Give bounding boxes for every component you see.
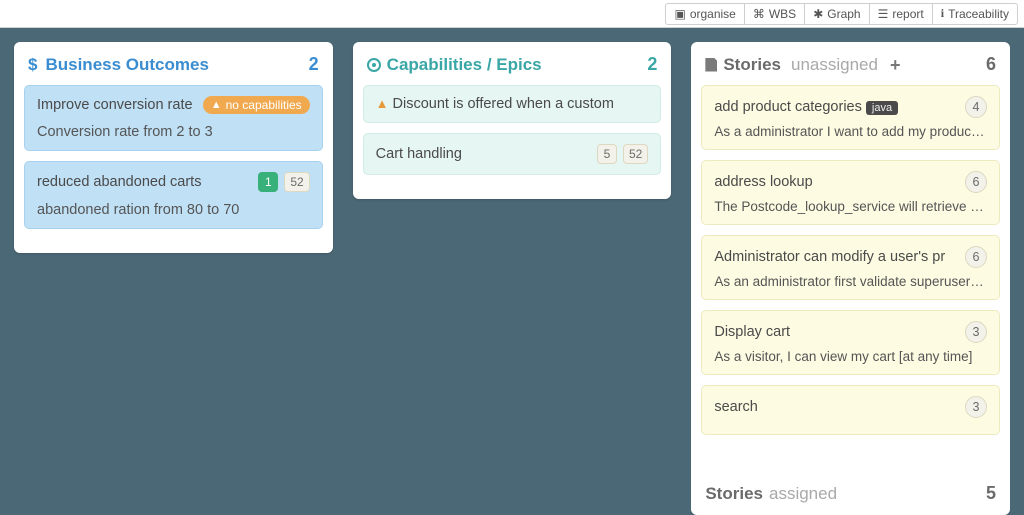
warning-icon: ▲ [376, 96, 389, 111]
outcome-name: reduced abandoned carts [37, 174, 201, 190]
story-name: Administrator can modify a user's pr [714, 249, 945, 265]
story-card[interactable]: add product categories java 4 As a admin… [701, 85, 1000, 150]
story-points: 6 [965, 246, 987, 268]
organise-icon: ▣ [674, 7, 685, 21]
epic-name: Discount is offered when a custom [393, 96, 614, 112]
epic-badge-b: 52 [623, 144, 648, 164]
outcome-desc: abandoned ration from 80 to 70 [37, 202, 310, 218]
stories-assigned-header: Stories assigned 5 [701, 475, 1000, 515]
story-card[interactable]: Display cart 3 As a visitor, I can view … [701, 310, 1000, 375]
outcomes-title: Business Outcomes [45, 55, 208, 75]
story-name: add product categories [714, 99, 862, 115]
stories-panel: Stories unassigned + 6 add product categ… [691, 42, 1010, 515]
column-stories: Stories unassigned + 6 add product categ… [691, 42, 1010, 515]
column-outcomes: Business Outcomes 2 Improve conversion r… [14, 42, 333, 515]
story-name: search [714, 399, 758, 415]
stories-assigned-count: 5 [986, 483, 996, 504]
epics-title: Capabilities / Epics [387, 55, 542, 75]
story-desc: As an administrator first validate super… [714, 274, 987, 289]
tab-graph[interactable]: ✱Graph [804, 3, 869, 25]
stories-assigned-title: Stories [705, 484, 763, 504]
story-card[interactable]: Administrator can modify a user's pr 6 A… [701, 235, 1000, 300]
epic-card[interactable]: Cart handling 5 52 [363, 133, 662, 175]
report-icon: ☰ [878, 7, 889, 21]
warning-icon: ▲ [211, 99, 222, 111]
outcome-desc: Conversion rate from 2 to 3 [37, 124, 310, 140]
tab-wbs[interactable]: ⌘WBS [744, 3, 805, 25]
outcome-card[interactable]: Improve conversion rate ▲no capabilities… [24, 85, 323, 151]
stories-subtitle: unassigned [791, 55, 878, 75]
outcome-card[interactable]: reduced abandoned carts 1 52 abandoned r… [24, 161, 323, 229]
file-icon [705, 58, 717, 72]
dollar-icon [28, 55, 39, 75]
story-points: 6 [965, 171, 987, 193]
story-card[interactable]: search 3 [701, 385, 1000, 435]
story-points: 4 [965, 96, 987, 118]
epic-badge-a: 5 [597, 144, 617, 164]
tab-report[interactable]: ☰report [869, 3, 933, 25]
column-epics: Capabilities / Epics 2 ▲ Discount is offe… [353, 42, 672, 515]
board: Business Outcomes 2 Improve conversion r… [0, 28, 1024, 515]
no-capabilities-pill: ▲no capabilities [203, 96, 310, 114]
story-tag: java [866, 101, 898, 115]
story-card[interactable]: address lookup 6 The Postcode_lookup_ser… [701, 160, 1000, 225]
story-points: 3 [965, 321, 987, 343]
story-desc: As a administrator I want to add my prod… [714, 124, 987, 139]
epics-count: 2 [647, 54, 657, 75]
stories-count: 6 [986, 54, 996, 75]
story-desc: As a visitor, I can view my cart [at any… [714, 349, 987, 364]
top-tabs: ▣organise ⌘WBS ✱Graph ☰report iTraceabil… [0, 0, 1024, 28]
info-icon: i [941, 6, 944, 21]
tab-traceability[interactable]: iTraceability [932, 3, 1018, 25]
story-desc: The Postcode_lookup_service will retriev… [714, 199, 987, 214]
story-name: Display cart [714, 324, 790, 340]
epics-panel: Capabilities / Epics 2 ▲ Discount is offe… [353, 42, 672, 199]
outcomes-panel: Business Outcomes 2 Improve conversion r… [14, 42, 333, 253]
stories-assigned-subtitle: assigned [769, 484, 837, 504]
epic-card[interactable]: ▲ Discount is offered when a custom [363, 85, 662, 123]
outcome-badge-b: 52 [284, 172, 309, 192]
outcome-name: Improve conversion rate [37, 97, 193, 113]
story-name: address lookup [714, 174, 812, 190]
add-story-button[interactable]: + [890, 58, 901, 72]
stories-title: Stories [723, 55, 781, 75]
outcome-badge-a: 1 [258, 172, 278, 192]
outcomes-count: 2 [309, 54, 319, 75]
wbs-icon: ⌘ [753, 7, 765, 21]
epic-name: Cart handling [376, 146, 462, 162]
graph-icon: ✱ [813, 7, 823, 21]
story-points: 3 [965, 396, 987, 418]
tab-organise[interactable]: ▣organise [665, 3, 744, 25]
target-icon [367, 58, 381, 72]
